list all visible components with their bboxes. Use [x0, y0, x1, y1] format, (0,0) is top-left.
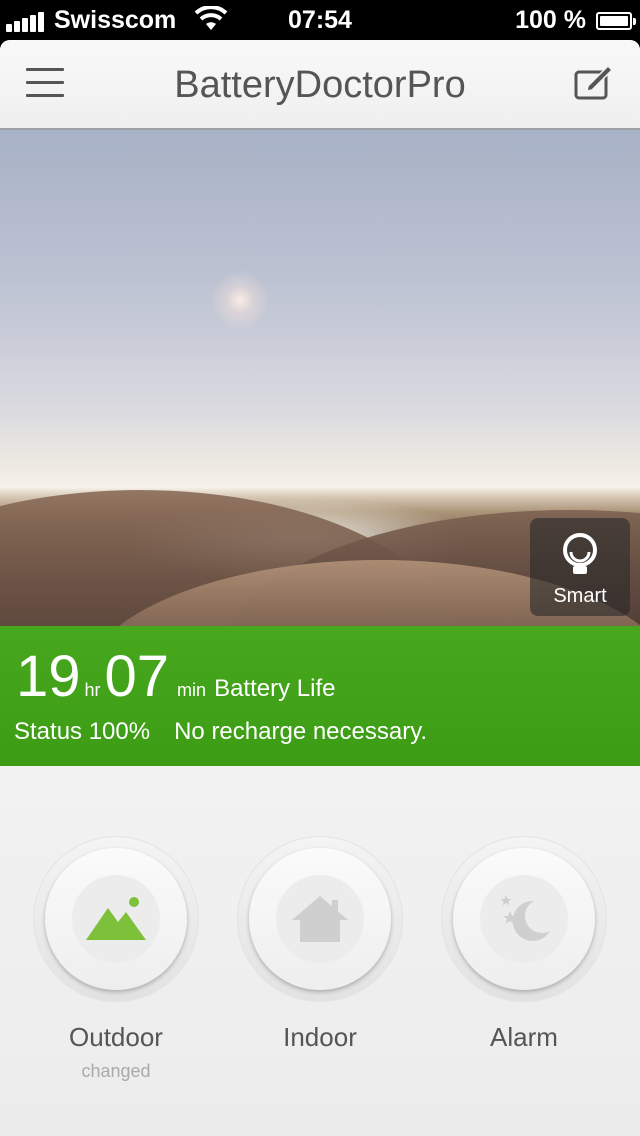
mode-button-outdoor[interactable] — [45, 848, 187, 990]
battery-percent: 100 % — [515, 6, 586, 34]
minutes-unit: min — [177, 680, 207, 700]
hero-landscape-image: Smart — [0, 130, 640, 626]
mode-button-alarm[interactable] — [453, 848, 595, 990]
mode-label: Indoor — [283, 1022, 357, 1052]
mountain-icon — [86, 897, 146, 940]
hours-value: 19 — [16, 644, 81, 709]
status-bar: Swisscom 07:54 100 % — [0, 0, 640, 40]
battery-icon — [596, 11, 636, 30]
status-row: Status 100% No recharge necessary. — [14, 718, 427, 746]
mode-ring — [237, 836, 403, 1002]
battery-life-label: Battery Life — [214, 675, 336, 702]
mode-ring — [441, 836, 607, 1002]
battery-life-row: 19 hr 07 min Battery Life — [16, 648, 335, 706]
mode-outdoor[interactable]: Outdoor changed — [32, 836, 200, 1082]
mode-indoor[interactable]: Indoor — [236, 836, 404, 1053]
mode-status: changed — [81, 1061, 151, 1081]
minutes-value: 07 — [104, 644, 170, 709]
mode-label: Alarm — [490, 1022, 558, 1052]
sun-flare — [210, 270, 270, 330]
smart-button[interactable]: Smart — [530, 518, 630, 616]
battery-life-panel: 19 hr 07 min Battery Life Status 100% No… — [0, 626, 640, 766]
lightbulb-icon — [563, 533, 597, 574]
battery-area: 100 % — [515, 6, 636, 35]
mode-ring — [33, 836, 199, 1002]
house-icon — [292, 896, 348, 942]
mode-button-indoor[interactable] — [249, 848, 391, 990]
app-window: BatteryDoctorPro Smart 19 hr 07 min Batt… — [0, 40, 640, 1136]
moon-stars-icon — [500, 895, 550, 941]
mode-alarm[interactable]: Alarm — [440, 836, 608, 1053]
smart-label: Smart — [553, 585, 607, 607]
status-message: No recharge necessary. — [174, 718, 428, 745]
edit-icon[interactable] — [574, 64, 614, 100]
hours-unit: hr — [84, 680, 101, 700]
status-text: Status 100% — [14, 718, 151, 745]
page-title: BatteryDoctorPro — [174, 64, 466, 106]
mode-selector: Outdoor changed Indoor Alarm — [0, 766, 640, 1136]
mode-label: Outdoor — [69, 1022, 163, 1052]
navigation-bar: BatteryDoctorPro — [0, 40, 640, 130]
